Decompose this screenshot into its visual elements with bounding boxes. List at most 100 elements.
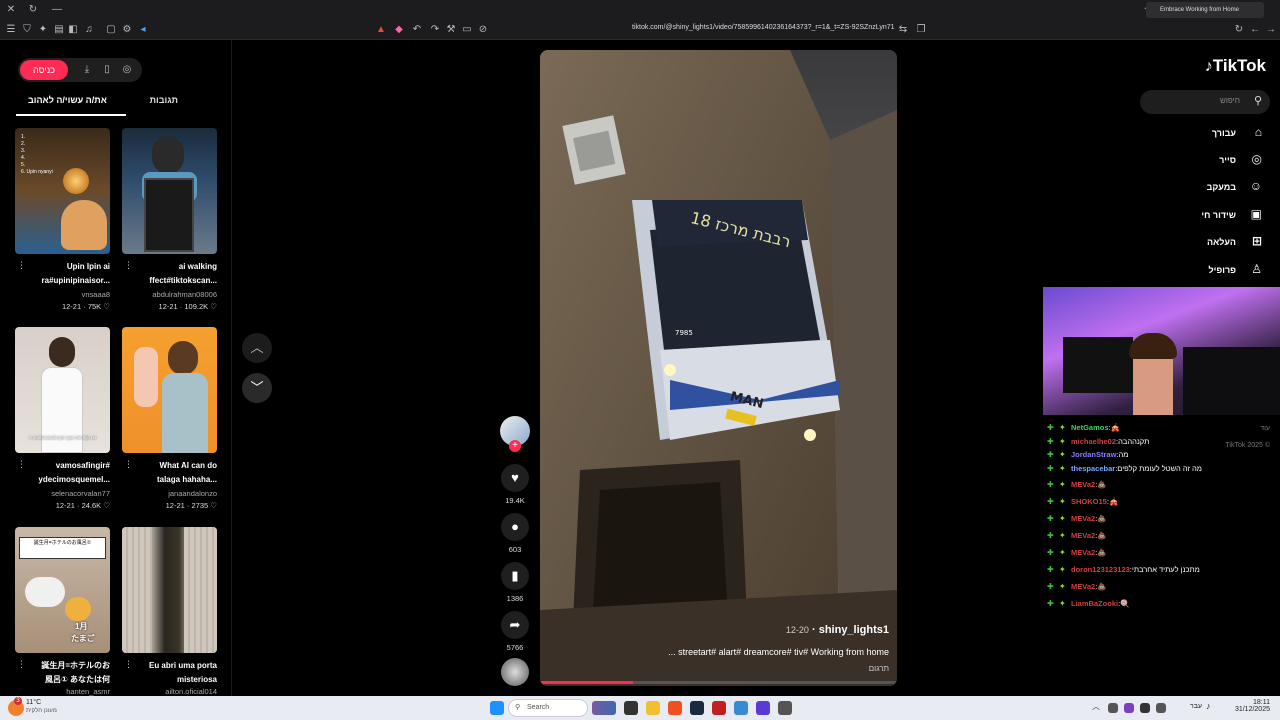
chat-username[interactable]: SHOKO15 xyxy=(1071,497,1107,506)
music-disc-button[interactable] xyxy=(500,658,530,686)
compass-small-icon[interactable]: ◎ xyxy=(120,63,134,77)
refresh-icon[interactable]: ↻ xyxy=(26,3,40,17)
music-disc-icon[interactable] xyxy=(501,658,529,686)
puzzle-icon[interactable]: ⚙ xyxy=(120,23,134,37)
discord-icon[interactable] xyxy=(756,701,770,715)
sidebar-icon[interactable]: ◧ xyxy=(66,23,80,37)
search-input[interactable]: חיפוש ⚲ xyxy=(1140,90,1270,114)
forward-nav-icon[interactable]: → xyxy=(1264,23,1278,37)
nav-item-upload[interactable]: העלאה ⊞ xyxy=(1146,233,1266,253)
chat-username[interactable]: JordanStraw xyxy=(1071,450,1116,459)
card-user[interactable]: selenacorvalan77 xyxy=(15,489,110,498)
language-indicator[interactable]: עבר xyxy=(1190,703,1202,710)
share-action[interactable]: ➦ 5766 xyxy=(500,611,530,652)
more-link[interactable]: עוד xyxy=(1260,425,1270,432)
windows-start-icon[interactable] xyxy=(490,701,504,715)
chat-username[interactable]: MEVa2 xyxy=(1071,531,1095,540)
back-nav-icon[interactable]: ← xyxy=(1248,23,1262,37)
chat-username[interactable]: thespacebar xyxy=(1071,464,1115,473)
card-user[interactable]: hanten_asmr xyxy=(15,687,110,696)
speaker-icon[interactable]: ◂ xyxy=(136,23,150,37)
previous-video-button[interactable]: ︿ xyxy=(242,333,272,363)
video-thumbnail[interactable]: 誕生月=ホテルのお風呂① 1月 たまご xyxy=(15,527,110,653)
nav-item-live[interactable]: שידור חי ▣ xyxy=(1146,206,1266,226)
extension-icon[interactable]: ✦ xyxy=(36,23,50,37)
video-author[interactable]: shiny_lights1 xyxy=(819,624,889,636)
close-icon[interactable]: ✕ xyxy=(4,3,18,17)
brave-browser-icon[interactable] xyxy=(668,701,682,715)
settings-icon[interactable] xyxy=(778,701,792,715)
address-bar[interactable]: tiktok.com/@shiny_lights1/video/75859961… xyxy=(632,24,895,31)
file-explorer-icon[interactable] xyxy=(646,701,660,715)
warning-icon[interactable]: ▲ xyxy=(374,23,388,37)
app-icon[interactable] xyxy=(734,701,748,715)
video-player[interactable]: רבבת מרכז 18 MAN 7985 12-20 · shiny_ligh… xyxy=(540,50,897,686)
tray-icon[interactable] xyxy=(1124,703,1134,713)
wallet-icon[interactable]: ⚒ xyxy=(444,23,458,37)
video-thumbnail[interactable] xyxy=(122,327,217,453)
clock[interactable]: 18:11 31/12/2025 xyxy=(1235,699,1270,713)
screen-icon[interactable]: ▭ xyxy=(460,23,474,37)
progress-track[interactable] xyxy=(540,681,897,684)
chat-username[interactable]: MEVa2 xyxy=(1071,582,1095,591)
video-thumbnail[interactable] xyxy=(122,128,217,254)
widgets-icon[interactable] xyxy=(592,701,616,715)
task-view-icon[interactable] xyxy=(624,701,638,715)
share-icon[interactable]: ➦ xyxy=(501,611,529,639)
window-icon[interactable]: ▢ xyxy=(104,23,118,37)
forward-icon[interactable]: ↷ xyxy=(428,23,442,37)
translate-icon[interactable]: ⇆ xyxy=(896,23,910,37)
translate-link[interactable]: תרגום xyxy=(869,664,889,673)
video-thumbnail[interactable] xyxy=(122,527,217,653)
next-video-button[interactable]: ﹀ xyxy=(242,373,272,403)
nav-item-profile[interactable]: פרופיל ♙ xyxy=(1146,261,1266,281)
author-avatar-button[interactable]: + xyxy=(500,416,530,452)
login-button[interactable]: כניסה xyxy=(20,60,68,80)
card-user[interactable]: vnsaaa8 xyxy=(15,290,110,299)
like-action[interactable]: ♥ 19.4K xyxy=(500,464,530,505)
brave-shield-icon[interactable]: ◆ xyxy=(392,23,406,37)
video-thumbnail[interactable]: 1. 2. 3. 4. 5. 6. Upin nyanyi xyxy=(15,128,110,254)
tray-icon[interactable] xyxy=(1108,703,1118,713)
steam-icon[interactable] xyxy=(690,701,704,715)
nav-item-explore[interactable]: סייר ◎ xyxy=(1146,151,1266,171)
reload-icon[interactable]: ↻ xyxy=(1232,23,1246,37)
chat-username[interactable]: NetGamos xyxy=(1071,423,1109,432)
volume-icon[interactable]: ♪ xyxy=(1206,701,1211,711)
follow-plus-icon[interactable]: + xyxy=(509,440,521,452)
bookmark-icon[interactable]: ❐ xyxy=(914,23,928,37)
chat-username[interactable]: MEVa2 xyxy=(1071,514,1095,523)
nav-item-following[interactable]: במעקב ☺ xyxy=(1146,178,1266,198)
save-action[interactable]: ▮ 1386 xyxy=(500,562,530,603)
tray-icon[interactable] xyxy=(1140,703,1150,713)
card-user[interactable]: abdulrahman08006 xyxy=(122,290,217,299)
nav-item-foryou[interactable]: עבורך ⌂ xyxy=(1146,124,1266,144)
search-icon[interactable]: ⚲ xyxy=(1254,94,1262,107)
card-user[interactable]: ailton.oficial014 xyxy=(122,687,217,696)
tab-comments[interactable]: תגובות xyxy=(150,95,178,105)
tiktok-logo[interactable]: ♪TikTok xyxy=(1205,56,1266,76)
chat-username[interactable]: MEVa2 xyxy=(1071,480,1095,489)
video-thumbnail[interactable]: A continuando por que me dijo no xyxy=(15,327,110,453)
stats-icon[interactable]: ⊘ xyxy=(476,23,490,37)
heart-icon[interactable]: ♥ xyxy=(501,464,529,492)
minimize-icon[interactable]: — xyxy=(50,3,64,17)
tabs-icon[interactable]: ▤ xyxy=(52,23,66,37)
chat-username[interactable]: michaelhe02 xyxy=(1071,437,1116,446)
active-tab[interactable]: Embrace Working from Home xyxy=(1146,2,1264,18)
device-icon[interactable]: ▯ xyxy=(100,63,114,77)
back-icon[interactable]: ↶ xyxy=(410,23,424,37)
comment-action[interactable]: ● 603 xyxy=(500,513,530,554)
download-icon[interactable]: ⤓ xyxy=(80,63,94,77)
taskbar-search[interactable]: ⚲ Search xyxy=(508,699,588,717)
chat-username[interactable]: LiamBaZooki xyxy=(1071,599,1118,608)
chat-username[interactable]: MEVa2 xyxy=(1071,548,1095,557)
chat-username[interactable]: doron123123123 xyxy=(1071,565,1130,574)
bookmark-save-icon[interactable]: ▮ xyxy=(501,562,529,590)
comment-icon[interactable]: ● xyxy=(501,513,529,541)
card-user[interactable]: janaandalonzo xyxy=(122,489,217,498)
tray-chevron-icon[interactable]: ︿ xyxy=(1092,701,1100,712)
chrome-icon[interactable] xyxy=(712,701,726,715)
shield-icon[interactable]: ⛉ xyxy=(20,23,34,37)
menu-icon[interactable]: ☰ xyxy=(4,23,18,37)
